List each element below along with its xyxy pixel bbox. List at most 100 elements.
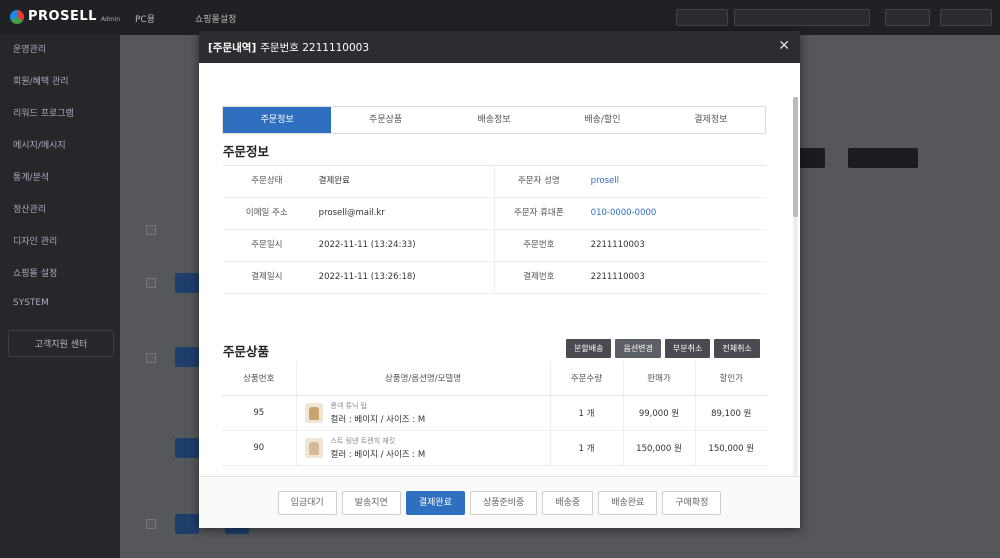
info-label: 이메일 주소 bbox=[245, 208, 288, 218]
sidebar-item-6[interactable]: 정산관리 bbox=[13, 202, 46, 215]
col-quantity: 주문수량 bbox=[550, 361, 624, 396]
info-label: 결제일시 bbox=[251, 272, 283, 282]
product-no: 90 bbox=[222, 430, 297, 466]
product-price: 99,000 원 bbox=[623, 395, 696, 431]
info-value: 2022-11-11 (13:26:18) bbox=[318, 272, 416, 282]
top-bar: PROSELL Admin PC용 쇼핑몰설정 bbox=[0, 0, 1000, 35]
top-button-1[interactable] bbox=[885, 9, 930, 26]
info-label: 주문자 성명 bbox=[517, 176, 560, 186]
product-sale-price: 150,000 원 bbox=[695, 430, 767, 466]
sidebar-item-5[interactable]: 통계/분석 bbox=[13, 170, 49, 183]
tab-shipping-info[interactable]: 배송정보 bbox=[440, 107, 548, 133]
product-quantity: 1 개 bbox=[550, 430, 624, 466]
modal-title-tag: [주문내역] bbox=[208, 41, 257, 54]
bg-checkbox bbox=[146, 353, 156, 363]
col-sale-price: 할인가 bbox=[695, 361, 767, 396]
top-link-settings[interactable]: 쇼핑몰설정 bbox=[195, 12, 236, 25]
info-value: 2211110003 bbox=[590, 272, 645, 282]
top-button-2[interactable] bbox=[940, 9, 992, 26]
info-value-link[interactable]: prosell bbox=[583, 166, 766, 197]
info-row: 주문상태 결제완료 주문자 성명 prosell bbox=[223, 166, 766, 198]
bg-checkbox bbox=[146, 519, 156, 529]
split-shipping-button[interactable]: 분할배송 bbox=[566, 339, 612, 358]
sidebar-item-3[interactable]: 리워드 프로그램 bbox=[13, 106, 74, 119]
product-quantity: 1 개 bbox=[550, 395, 624, 431]
top-link-pc[interactable]: PC용 bbox=[135, 12, 155, 25]
info-value-link[interactable]: 010-0000-0000 bbox=[583, 198, 766, 229]
logo-sub: Admin bbox=[100, 15, 121, 23]
bg-action-2 bbox=[848, 148, 918, 168]
info-row: 이메일 주소 prosell@mail.kr 주문자 휴대폰 010-0000-… bbox=[223, 198, 766, 230]
sidebar-item-8[interactable]: 쇼핑몰 설정 bbox=[13, 266, 57, 279]
product-action-buttons: 분할배송 옵션변경 부분취소 전체취소 bbox=[566, 336, 760, 361]
tab-order-info[interactable]: 주문정보 bbox=[223, 107, 332, 133]
support-button[interactable]: 고객지원 센터 bbox=[8, 330, 114, 357]
sidebar-item-1[interactable]: 운영관리 bbox=[13, 42, 46, 55]
info-row: 결제일시 2022-11-11 (13:26:18) 결제번호 22111100… bbox=[223, 262, 766, 294]
info-label: 주문자 휴대폰 bbox=[514, 208, 564, 218]
tab-order-products[interactable]: 주문상품 bbox=[331, 107, 439, 133]
bg-blue-button bbox=[175, 273, 199, 293]
sidebar-item-9[interactable]: SYSTEM bbox=[13, 298, 49, 308]
product-price: 150,000 원 bbox=[623, 430, 696, 466]
sidebar-item-4[interactable]: 메시지/메시지 bbox=[13, 138, 66, 151]
close-icon[interactable]: ✕ bbox=[778, 39, 790, 53]
support-box: 고객지원 센터 bbox=[8, 330, 114, 357]
status-button-delayed[interactable]: 발송지연 bbox=[341, 490, 401, 515]
product-sale-price: 89,100 원 bbox=[695, 395, 767, 431]
status-button-preparing[interactable]: 상품준비중 bbox=[469, 490, 538, 515]
product-name-cell: 스트 링넨 트렌치 재킷 컬러 : 베이지 / 사이즈 : M bbox=[296, 430, 551, 466]
product-thumbnail[interactable] bbox=[304, 402, 323, 423]
detail-tabs: 주문정보 주문상품 배송정보 배송/할인 결제정보 bbox=[222, 106, 766, 134]
product-thumbnail[interactable] bbox=[304, 437, 323, 458]
logo-icon bbox=[10, 9, 24, 24]
table-row[interactable]: 95 롱넥 튜닉 탑 컬러 : 베이지 / 사이즈 : M 1 개 99,000… bbox=[222, 395, 767, 431]
table-header-row: 상품번호 상품명/옵션명/모델명 주문수량 판매가 할인가 bbox=[222, 361, 767, 396]
modal-scrollbar[interactable] bbox=[793, 97, 798, 476]
status-button-delivered[interactable]: 배송완료 bbox=[598, 490, 658, 515]
order-products-title: 주문상품 bbox=[223, 344, 270, 359]
status-button-shipping[interactable]: 배송중 bbox=[542, 490, 594, 515]
sidebar: 운영관리 회원/혜택 관리 리워드 프로그램 메시지/메시지 통계/분석 정산관… bbox=[0, 35, 120, 558]
top-search-input[interactable] bbox=[734, 9, 870, 26]
status-button-confirmed[interactable]: 구매확정 bbox=[662, 490, 722, 515]
info-value: 2211110003 bbox=[590, 240, 645, 250]
change-option-button[interactable]: 옵션변경 bbox=[612, 336, 664, 361]
info-label: 주문일시 bbox=[251, 240, 283, 250]
product-no: 95 bbox=[222, 395, 297, 431]
app-logo[interactable]: PROSELL Admin bbox=[10, 9, 120, 24]
product-name-cell: 롱넥 튜닉 탑 컬러 : 베이지 / 사이즈 : M bbox=[296, 395, 551, 431]
info-label: 주문번호 bbox=[523, 240, 555, 250]
bg-blue-button bbox=[175, 438, 199, 458]
order-products-table: 상품번호 상품명/옵션명/모델명 주문수량 판매가 할인가 95 롱넥 튜닉 탑 bbox=[222, 361, 767, 466]
full-cancel-button[interactable]: 전체취소 bbox=[714, 339, 760, 358]
col-product-name: 상품명/옵션명/모델명 bbox=[296, 361, 551, 396]
col-price: 판매가 bbox=[623, 361, 696, 396]
info-value: 결제완료 bbox=[318, 176, 350, 186]
tab-payment-info[interactable]: 결제정보 bbox=[657, 107, 765, 133]
top-select[interactable] bbox=[676, 9, 728, 26]
table-row[interactable]: 90 스트 링넨 트렌치 재킷 컬러 : 베이지 / 사이즈 : M 1 개 1… bbox=[222, 430, 767, 466]
sidebar-item-2[interactable]: 회원/혜택 관리 bbox=[13, 74, 69, 87]
scrollbar-thumb[interactable] bbox=[793, 97, 798, 217]
info-value: prosell@mail.kr bbox=[318, 208, 385, 218]
tab-shipping-discount[interactable]: 배송/할인 bbox=[548, 107, 656, 133]
sidebar-item-7[interactable]: 디자인 관리 bbox=[13, 234, 57, 247]
status-button-paid[interactable]: 결제완료 bbox=[405, 490, 465, 515]
product-option: 컬러 : 베이지 / 사이즈 : M bbox=[330, 414, 426, 425]
bg-checkbox bbox=[146, 225, 156, 235]
modal-header: [주문내역] 주문번호 2211110003 ✕ bbox=[199, 31, 800, 63]
info-value: 2022-11-11 (13:24:33) bbox=[318, 240, 416, 250]
bg-blue-button bbox=[175, 347, 199, 367]
bg-blue-button bbox=[175, 514, 199, 534]
product-name: 롱넥 튜닉 탑 bbox=[330, 401, 368, 410]
product-option: 컬러 : 베이지 / 사이즈 : M bbox=[330, 449, 426, 460]
info-label: 결제번호 bbox=[523, 272, 555, 282]
order-detail-modal: [주문내역] 주문번호 2211110003 ✕ 주문정보 주문상품 배송정보 … bbox=[199, 31, 800, 528]
partial-cancel-button[interactable]: 부분취소 bbox=[664, 339, 711, 358]
status-button-bar: 입금대기 발송지연 결제완료 상품준비중 배송중 배송완료 구매확정 bbox=[199, 476, 800, 528]
info-row: 주문일시 2022-11-11 (13:24:33) 주문번호 22111100… bbox=[223, 230, 766, 262]
modal-title: 주문번호 2211110003 bbox=[260, 41, 370, 54]
bg-checkbox bbox=[146, 278, 156, 288]
status-button-awaiting-deposit[interactable]: 입금대기 bbox=[277, 490, 337, 515]
